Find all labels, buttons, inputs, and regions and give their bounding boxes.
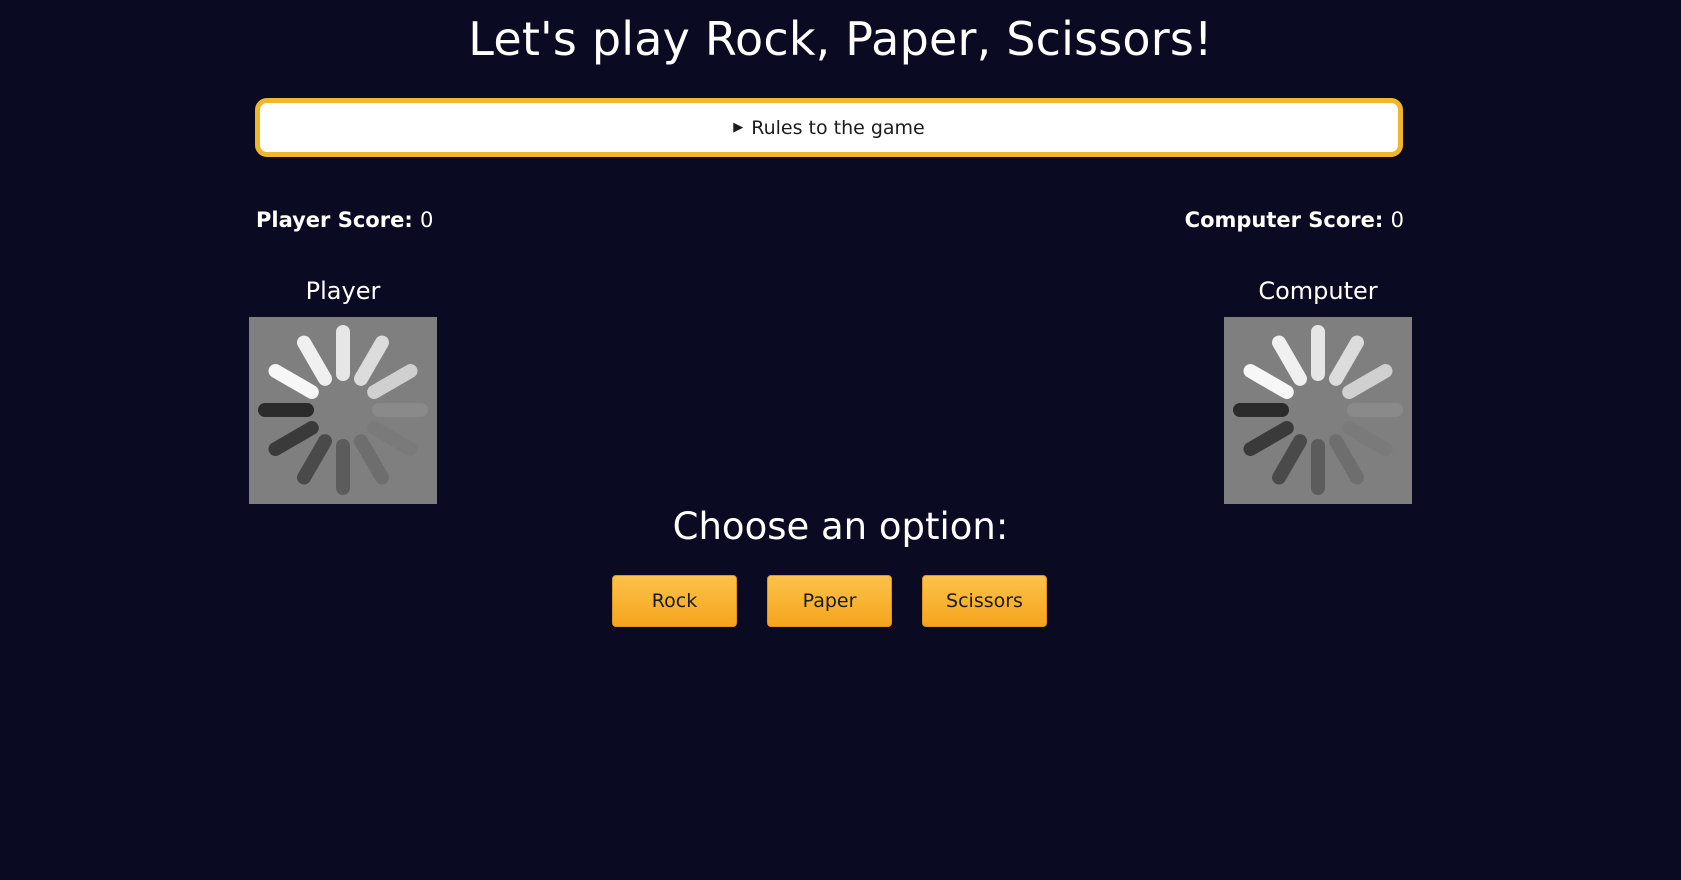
- spinner-spoke: [268, 421, 319, 456]
- disclosure-triangle-icon: ▶: [733, 120, 744, 135]
- player-heading: Player: [305, 277, 381, 305]
- option-buttons: Rock Paper Scissors: [612, 575, 1047, 627]
- rock-button[interactable]: Rock: [612, 575, 737, 627]
- player-score: Player Score: 0: [256, 208, 433, 232]
- computer-score-label: Computer Score:: [1184, 208, 1384, 232]
- spinner-spoke: [1342, 364, 1393, 399]
- computer-score: Computer Score: 0: [1185, 208, 1404, 232]
- spinner-spoke: [297, 434, 332, 485]
- player-choice-image: [249, 317, 437, 504]
- spinner-spoke: [268, 364, 319, 399]
- spinner-spoke: [1329, 335, 1364, 386]
- choose-heading: Choose an option:: [672, 505, 1009, 548]
- game-page: Let's play Rock, Paper, Scissors! ▶ Rule…: [0, 0, 1681, 880]
- spinner-spoke: [1272, 335, 1307, 386]
- spinner-spoke: [1243, 364, 1294, 399]
- player-score-value: 0: [420, 208, 434, 232]
- player-score-label: Player Score:: [256, 208, 413, 232]
- rules-toggle[interactable]: ▶ Rules to the game: [255, 98, 1403, 157]
- spinner-spoke: [354, 434, 389, 485]
- spinner-spoke: [367, 364, 418, 399]
- rules-label: Rules to the game: [751, 116, 925, 139]
- computer-score-value: 0: [1390, 208, 1404, 232]
- scissors-button[interactable]: Scissors: [922, 575, 1047, 627]
- spinner-spoke: [354, 335, 389, 386]
- loading-spinner-icon: [1233, 325, 1403, 495]
- spinner-spoke: [367, 421, 418, 456]
- spinner-spoke: [1272, 434, 1307, 485]
- computer-heading: Computer: [1258, 277, 1378, 305]
- spinner-spoke: [297, 335, 332, 386]
- page-title: Let's play Rock, Paper, Scissors!: [468, 12, 1213, 66]
- loading-spinner-icon: [258, 325, 428, 495]
- computer-choice-image: [1224, 317, 1412, 504]
- spinner-spoke: [1329, 434, 1364, 485]
- spinner-spoke: [1243, 421, 1294, 456]
- paper-button[interactable]: Paper: [767, 575, 892, 627]
- spinner-spoke: [1342, 421, 1393, 456]
